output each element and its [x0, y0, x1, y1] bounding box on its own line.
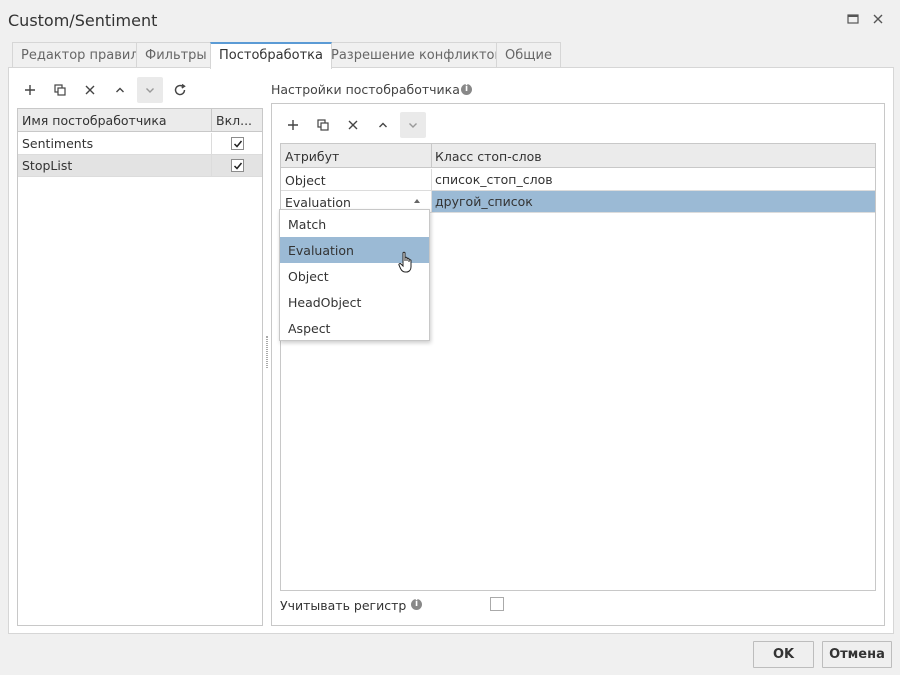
- tab-conflict-resolution[interactable]: Разрешение конфликтов: [322, 42, 512, 68]
- stop-class-cell[interactable]: другой_список: [432, 191, 875, 212]
- postprocessor-list: Имя постобработчика Вкл... Sentiments St…: [17, 108, 263, 626]
- tab-filters[interactable]: Фильтры: [136, 42, 216, 68]
- tab-general[interactable]: Общие: [496, 42, 561, 68]
- delete-postprocessor-button[interactable]: [77, 77, 103, 103]
- stop-class-cell[interactable]: список_стоп_слов: [432, 169, 875, 190]
- chevron-down-icon: [146, 88, 154, 93]
- column-header-attribute[interactable]: Атрибут: [285, 149, 339, 164]
- enabled-checkbox[interactable]: [231, 159, 244, 172]
- cell-separator: [211, 133, 212, 155]
- refresh-icon: [174, 83, 186, 96]
- attribute-cell[interactable]: Object: [285, 173, 326, 188]
- dropdown-option-headobject[interactable]: HeadObject: [280, 289, 429, 315]
- splitter-handle[interactable]: [266, 336, 268, 368]
- plus-icon: [25, 85, 35, 95]
- chevron-up-icon: [116, 87, 124, 93]
- copy-icon: [317, 119, 329, 131]
- attribute-dropdown-list: Match Evaluation Object HeadObject Aspec…: [279, 209, 430, 341]
- maximize-icon[interactable]: [846, 12, 862, 28]
- x-icon: [348, 120, 358, 130]
- delete-attribute-button[interactable]: [340, 112, 366, 138]
- case-sensitive-checkbox[interactable]: [490, 597, 504, 611]
- move-down-button[interactable]: [137, 77, 163, 103]
- dropdown-option-match[interactable]: Match: [280, 211, 429, 237]
- info-icon[interactable]: i: [411, 599, 422, 610]
- column-header-stop-class[interactable]: Класс стоп-слов: [435, 149, 542, 164]
- hand-cursor-icon: [398, 251, 412, 273]
- postprocessor-row-stoplist[interactable]: StopList: [18, 155, 262, 177]
- check-icon: [233, 140, 243, 148]
- move-up-button[interactable]: [107, 77, 133, 103]
- postprocessor-list-header: Имя постобработчика Вкл...: [18, 109, 262, 132]
- tab-postprocessing[interactable]: Постобработка: [210, 42, 332, 69]
- attribute-grid-header: Атрибут Класс стоп-слов: [281, 144, 875, 168]
- add-attribute-button[interactable]: [280, 112, 306, 138]
- settings-panel: Атрибут Класс стоп-слов Object список_ст…: [271, 103, 885, 626]
- ok-button[interactable]: OK: [753, 641, 814, 668]
- attribute-move-up-button[interactable]: [370, 112, 396, 138]
- settings-section-title: Настройки постобработчика: [271, 82, 460, 97]
- combo-arrow-icon[interactable]: [414, 199, 420, 203]
- postprocessor-row-sentiments[interactable]: Sentiments: [18, 133, 262, 155]
- chevron-down-icon: [409, 123, 417, 128]
- info-icon[interactable]: i: [461, 84, 472, 95]
- postprocessor-name: Sentiments: [22, 136, 94, 151]
- plus-icon: [288, 120, 298, 130]
- check-icon: [233, 162, 243, 170]
- attribute-row-object[interactable]: Object список_стоп_слов: [281, 169, 875, 191]
- settings-title-text: Настройки постобработчика: [271, 82, 460, 97]
- column-header-name[interactable]: Имя постобработчика: [22, 113, 167, 128]
- attribute-combo-editor[interactable]: Evaluation: [285, 195, 351, 210]
- chevron-up-icon: [379, 122, 387, 128]
- cancel-button[interactable]: Отмена: [822, 641, 892, 668]
- column-separator[interactable]: [211, 109, 212, 132]
- dropdown-option-aspect[interactable]: Aspect: [280, 315, 429, 341]
- column-separator[interactable]: [431, 144, 432, 168]
- x-icon: [85, 85, 95, 95]
- refresh-button[interactable]: [167, 77, 193, 103]
- copy-attribute-button[interactable]: [310, 112, 336, 138]
- copy-postprocessor-button[interactable]: [47, 77, 73, 103]
- close-icon[interactable]: [871, 12, 887, 28]
- enabled-checkbox[interactable]: [231, 137, 244, 150]
- attribute-move-down-button[interactable]: [400, 112, 426, 138]
- copy-icon: [54, 84, 66, 96]
- title-bar: Custom/Sentiment: [0, 0, 900, 40]
- column-header-enabled[interactable]: Вкл...: [216, 113, 252, 128]
- case-sensitive-label: Учитывать регистр: [280, 598, 407, 613]
- tab-rule-editor[interactable]: Редактор правил: [12, 42, 148, 68]
- window-title: Custom/Sentiment: [8, 11, 158, 30]
- postprocessor-name: StopList: [22, 158, 73, 173]
- cell-separator: [211, 155, 212, 177]
- add-postprocessor-button[interactable]: [17, 77, 43, 103]
- tab-content: Имя постобработчика Вкл... Sentiments St…: [8, 67, 894, 634]
